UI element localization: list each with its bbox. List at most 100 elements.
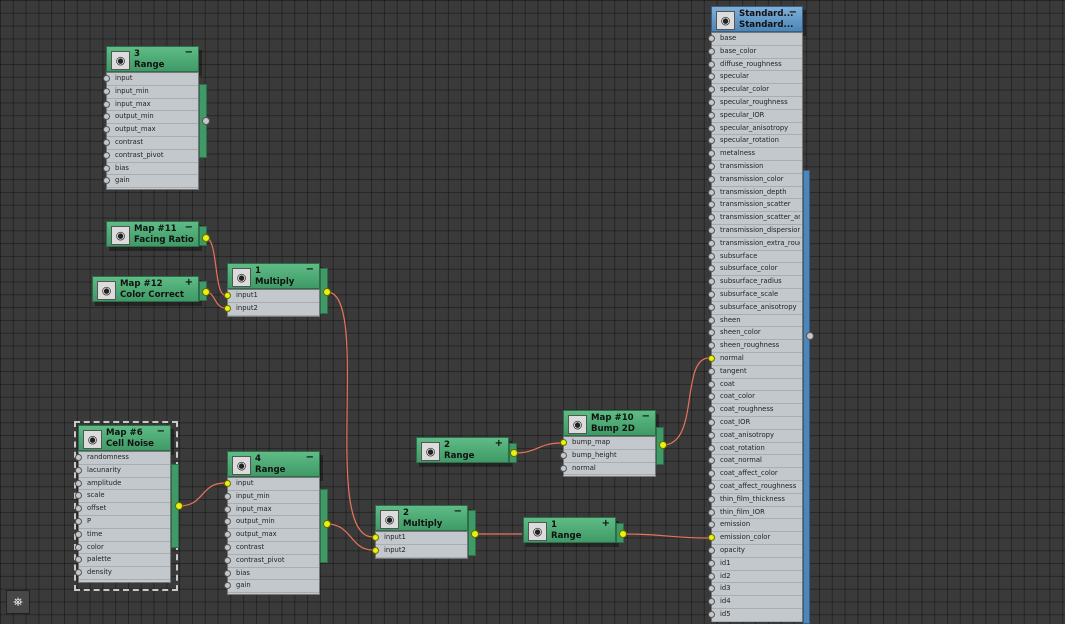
input-socket[interactable] xyxy=(224,556,231,564)
input-socket[interactable] xyxy=(103,75,110,82)
input-socket[interactable] xyxy=(708,124,715,132)
input-port[interactable]: specular_IOR xyxy=(708,110,802,123)
input-port[interactable]: id2 xyxy=(708,571,802,584)
output-socket[interactable] xyxy=(619,530,627,538)
eye-icon[interactable]: ◉ xyxy=(111,226,130,245)
eye-icon[interactable]: ◉ xyxy=(83,430,102,449)
input-socket[interactable] xyxy=(708,380,715,388)
expand-button[interactable]: + xyxy=(185,277,193,288)
input-port[interactable]: transmission xyxy=(708,161,802,174)
expand-button[interactable]: + xyxy=(495,438,503,449)
input-port[interactable]: input_min xyxy=(224,491,319,504)
input-socket[interactable] xyxy=(103,126,110,134)
input-port[interactable]: subsurface_color xyxy=(708,263,802,277)
input-port[interactable]: sheen_roughness xyxy=(708,340,802,353)
input-socket[interactable] xyxy=(708,47,715,55)
input-port[interactable]: coat_IOR xyxy=(708,417,802,430)
input-port[interactable]: sheen xyxy=(708,315,802,328)
node-header[interactable]: ◉ 1 Range + xyxy=(523,517,616,543)
input-port[interactable]: subsurface_radius xyxy=(708,276,802,289)
collapse-button[interactable]: − xyxy=(306,264,314,275)
collapse-button[interactable]: − xyxy=(454,506,462,517)
input-port[interactable]: base xyxy=(708,33,802,46)
input-port[interactable]: input_max xyxy=(103,99,198,112)
input-port[interactable]: bias xyxy=(103,163,198,176)
input-socket[interactable] xyxy=(708,150,715,158)
input-port[interactable]: palette xyxy=(75,554,170,568)
input-port[interactable]: time xyxy=(75,529,170,542)
eye-icon[interactable]: ◉ xyxy=(528,522,547,541)
input-socket[interactable] xyxy=(372,534,379,541)
input-port[interactable]: specular_color xyxy=(708,84,802,97)
input-socket[interactable] xyxy=(560,439,567,446)
input-socket[interactable] xyxy=(708,483,715,490)
input-port[interactable]: density xyxy=(75,567,170,580)
node-header[interactable]: ◉ Standard... Standard... − xyxy=(711,6,803,32)
input-socket[interactable] xyxy=(103,177,110,185)
input-port[interactable]: transmission_color xyxy=(708,174,802,187)
input-port[interactable]: input_min xyxy=(103,86,198,99)
input-socket[interactable] xyxy=(224,544,231,551)
input-socket[interactable] xyxy=(75,543,82,551)
input-socket[interactable] xyxy=(708,342,715,350)
input-port[interactable]: tangent xyxy=(708,366,802,379)
input-port[interactable]: id1 xyxy=(708,558,802,571)
input-socket[interactable] xyxy=(708,470,715,478)
node-map-11-facing-ratio[interactable]: ◉ Map #11 Facing Ratio − xyxy=(106,221,199,247)
input-port[interactable]: normal xyxy=(708,353,802,366)
input-socket[interactable] xyxy=(708,252,715,260)
input-port[interactable]: coat xyxy=(708,379,802,392)
input-socket[interactable] xyxy=(708,547,715,554)
input-port[interactable]: randomness xyxy=(75,452,170,465)
input-socket[interactable] xyxy=(224,582,231,590)
collapse-button[interactable]: − xyxy=(789,7,797,18)
input-socket[interactable] xyxy=(708,60,715,68)
input-socket[interactable] xyxy=(708,559,715,567)
input-socket[interactable] xyxy=(708,508,715,516)
node-header[interactable]: ◉ Map #12 Color Correct + xyxy=(92,276,199,302)
node-map-10-bump-2d[interactable]: ◉ Map #10 Bump 2D − bump_map bump_height n… xyxy=(560,410,656,477)
input-socket[interactable] xyxy=(708,278,715,286)
collapse-button[interactable]: − xyxy=(185,222,193,233)
input-port[interactable]: input1 xyxy=(224,290,319,303)
input-port[interactable]: contrast_pivot xyxy=(103,150,198,163)
input-port[interactable]: specular_rotation xyxy=(708,135,802,149)
input-socket[interactable] xyxy=(708,495,715,503)
input-port[interactable]: emission_color xyxy=(708,532,802,545)
input-socket[interactable] xyxy=(708,35,715,42)
input-port[interactable]: thin_film_IOR xyxy=(708,507,802,520)
node-range-4[interactable]: ◉ 4 Range − input input_min input_max outpu… xyxy=(224,451,320,595)
input-socket[interactable] xyxy=(224,569,231,577)
output-socket[interactable] xyxy=(202,117,210,125)
node-range-1[interactable]: ◉ 1 Range + xyxy=(523,517,616,543)
input-port[interactable]: contrast xyxy=(224,542,319,555)
input-socket[interactable] xyxy=(708,188,715,196)
input-port[interactable]: lacunarity xyxy=(75,465,170,478)
input-port[interactable]: specular_roughness xyxy=(708,97,802,110)
eye-icon[interactable]: ◉ xyxy=(232,456,251,475)
input-port[interactable]: transmission_scatter_ani... xyxy=(708,212,802,225)
node-header[interactable]: ◉ 1 Multiply − xyxy=(227,263,320,289)
input-socket[interactable] xyxy=(75,505,82,513)
input-socket[interactable] xyxy=(708,329,715,337)
input-port[interactable]: scale xyxy=(75,490,170,504)
input-socket[interactable] xyxy=(224,480,231,487)
input-socket[interactable] xyxy=(75,492,82,500)
input-port[interactable]: specular xyxy=(708,71,802,85)
input-port[interactable]: coat_affect_roughness xyxy=(708,481,802,494)
input-socket[interactable] xyxy=(708,303,715,311)
input-port[interactable]: contrast xyxy=(103,137,198,150)
collapse-button[interactable]: − xyxy=(642,411,650,422)
input-socket[interactable] xyxy=(708,214,715,222)
node-range-2[interactable]: ◉ 2 Range + xyxy=(416,437,509,463)
input-port[interactable]: output_max xyxy=(224,529,319,542)
input-socket[interactable] xyxy=(708,99,715,106)
input-socket[interactable] xyxy=(708,585,715,593)
input-socket[interactable] xyxy=(224,505,231,513)
input-port[interactable]: input_max xyxy=(224,504,319,517)
input-port[interactable]: subsurface_anisotropy xyxy=(708,302,802,315)
input-port[interactable]: transmission_depth xyxy=(708,187,802,200)
input-port[interactable]: bump_height xyxy=(560,450,655,463)
eye-icon[interactable]: ◉ xyxy=(111,51,130,70)
input-port[interactable]: transmission_extra_roug... xyxy=(708,238,802,251)
